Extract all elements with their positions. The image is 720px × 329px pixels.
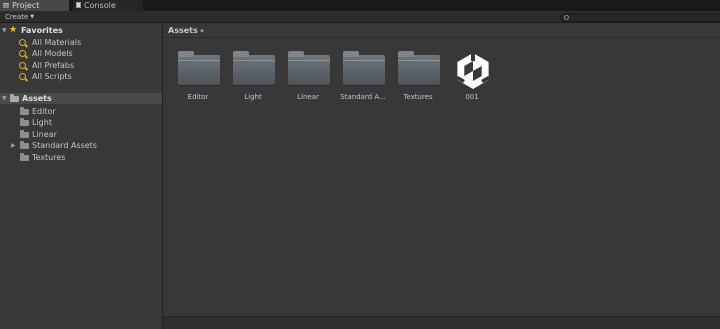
tree-item-linear[interactable]: Linear [0, 129, 162, 140]
tree-item-label: Textures [32, 153, 66, 162]
search-icon [564, 15, 569, 20]
asset-folder-editor[interactable]: Editor [163, 51, 223, 106]
search-filter-icon [19, 50, 26, 57]
assets-label: Assets [22, 94, 52, 103]
folder-icon [178, 51, 220, 87]
unity-logo-icon [452, 51, 494, 89]
tab-project-label: Project [12, 1, 40, 10]
tab-project[interactable]: Project [0, 0, 69, 11]
tree-item-label: Standard Assets [32, 141, 97, 150]
folder-icon [20, 118, 29, 126]
folder-icon [233, 51, 275, 87]
search-field[interactable] [560, 13, 720, 22]
create-label: Create [5, 13, 29, 21]
folder-tree-panel: ▼ ★ Favorites All Materials All Models A… [0, 24, 162, 329]
search-filter-icon [19, 62, 26, 69]
favorite-item-all-materials[interactable]: All Materials [0, 37, 162, 48]
search-input[interactable] [571, 14, 716, 21]
asset-folder-light[interactable]: Light [218, 51, 278, 106]
tree-item-editor[interactable]: Editor [0, 106, 162, 117]
create-dropdown-button[interactable]: Create ▼ [5, 12, 34, 22]
folder-icon [20, 107, 29, 115]
tab-bar: Project Console [0, 0, 720, 11]
expand-arrow-icon[interactable]: ▼ [2, 25, 7, 36]
star-icon: ★ [9, 25, 18, 35]
chevron-right-icon: ▶ [200, 28, 205, 34]
asset-folder-linear[interactable]: Linear [273, 51, 333, 106]
folder-icon [288, 51, 330, 87]
search-filter-icon [19, 39, 26, 46]
favorites-label: Favorites [21, 26, 63, 35]
folder-icon [343, 51, 385, 87]
favorites-header[interactable]: ▼ ★ Favorites [0, 25, 162, 36]
asset-folder-standard-assets[interactable]: Standard A... [328, 51, 388, 106]
asset-scene-001[interactable]: 001 [437, 51, 497, 106]
tree-item-standard-assets[interactable]: ▶ Standard Assets [0, 140, 162, 151]
folder-icon [10, 94, 19, 102]
favorite-item-label: All Scripts [32, 72, 72, 81]
tab-console[interactable]: Console [73, 0, 143, 11]
folder-icon [20, 141, 29, 149]
tab-console-label: Console [84, 1, 116, 10]
assets-header[interactable]: ▼ Assets [0, 93, 162, 104]
tree-item-label: Light [32, 118, 52, 127]
console-icon [76, 2, 81, 8]
favorite-item-all-prefabs[interactable]: All Prefabs [0, 60, 162, 71]
tree-item-label: Editor [32, 107, 56, 116]
asset-grid-panel: Assets ▶ Editor Light Linear Standard A..… [163, 24, 720, 329]
folder-icon [398, 51, 440, 87]
status-footer [163, 316, 720, 329]
favorite-item-label: All Materials [32, 38, 82, 47]
search-filter-icon [19, 73, 26, 80]
asset-name: 001 [465, 93, 479, 101]
expand-arrow-icon[interactable]: ▼ [2, 93, 7, 104]
breadcrumb-label: Assets [168, 26, 198, 35]
favorite-item-all-scripts[interactable]: All Scripts [0, 71, 162, 82]
favorite-item-all-models[interactable]: All Models [0, 48, 162, 59]
breadcrumb: Assets ▶ [163, 24, 720, 38]
chevron-down-icon: ▼ [30, 14, 35, 20]
breadcrumb-assets[interactable]: Assets ▶ [168, 26, 205, 35]
favorite-item-label: All Prefabs [32, 61, 75, 70]
tree-item-light[interactable]: Light [0, 117, 162, 128]
favorite-item-label: All Models [32, 49, 73, 58]
folder-icon [20, 153, 29, 161]
project-toolbar: Create ▼ [0, 11, 720, 23]
tree-item-label: Linear [32, 130, 57, 139]
expand-arrow-icon[interactable]: ▶ [11, 140, 16, 151]
folder-icon [20, 130, 29, 138]
asset-folder-textures[interactable]: Textures [383, 51, 443, 106]
tree-item-textures[interactable]: Textures [0, 152, 162, 163]
project-icon [3, 3, 9, 8]
